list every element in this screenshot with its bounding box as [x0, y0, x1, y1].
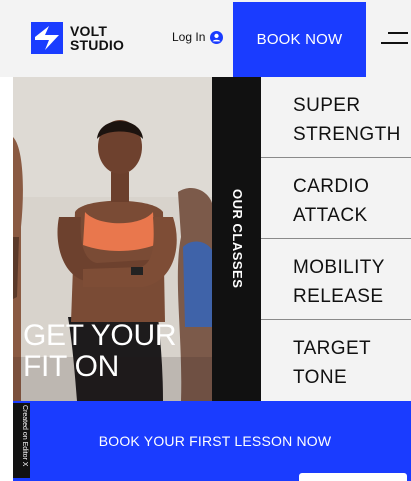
hero-title: GET YOUR FIT ON	[23, 319, 177, 383]
book-now-button[interactable]: BOOK NOW	[233, 2, 366, 77]
class-name-line2: TONE	[293, 367, 348, 388]
class-name-line1: TARGET	[293, 338, 372, 359]
brand-name-line2: STUDIO	[70, 37, 125, 53]
class-name-line1: CARDIO	[293, 176, 370, 197]
class-item-cardio-attack[interactable]: CARDIO ATTACK	[261, 158, 411, 239]
login-link[interactable]: Log In	[172, 30, 224, 44]
class-item-target-tone[interactable]: TARGET TONE	[261, 320, 411, 401]
classes-list: SUPER STRENGTH CARDIO ATTACK MOBILITY RE…	[261, 77, 411, 401]
bolt-icon	[31, 22, 63, 54]
bottom-corner-chip	[299, 473, 407, 481]
user-icon	[210, 30, 224, 44]
class-name: TARGET TONE	[293, 334, 371, 392]
class-name-line1: SUPER	[293, 95, 361, 116]
class-name-line2: ATTACK	[293, 205, 368, 226]
book-first-lesson-button[interactable]: BOOK YOUR FIRST LESSON NOW	[13, 401, 411, 481]
class-name: CARDIO ATTACK	[293, 172, 369, 230]
our-classes-tab[interactable]: OUR CLASSES	[212, 77, 261, 401]
hero-image: GET YOUR FIT ON	[13, 77, 213, 401]
editor-x-badge[interactable]: Created on Editor X	[13, 403, 30, 478]
hero-title-line1: GET YOUR	[23, 319, 177, 352]
editor-x-badge-label: Created on Editor X	[21, 405, 28, 467]
class-item-mobility-release[interactable]: MOBILITY RELEASE	[261, 239, 411, 320]
hero-title-line2: FIT ON	[23, 350, 119, 383]
our-classes-label: OUR CLASSES	[230, 189, 245, 289]
site-header: VOLT STUDIO Log In BOOK NOW	[0, 0, 411, 77]
brand-name: VOLT STUDIO	[70, 24, 124, 52]
class-name-line2: RELEASE	[293, 286, 384, 307]
class-name-line2: STRENGTH	[293, 124, 401, 145]
cta-label: BOOK YOUR FIRST LESSON NOW	[98, 433, 332, 449]
hamburger-menu-icon[interactable]	[378, 28, 408, 50]
class-name-line1: MOBILITY	[293, 257, 385, 278]
brand-logo[interactable]: VOLT STUDIO	[31, 22, 124, 54]
brand-name-line1: VOLT	[70, 23, 108, 39]
class-name: SUPER STRENGTH	[293, 91, 401, 149]
class-name: MOBILITY RELEASE	[293, 253, 385, 311]
login-label: Log In	[172, 30, 206, 44]
class-item-super-strength[interactable]: SUPER STRENGTH	[261, 77, 411, 158]
